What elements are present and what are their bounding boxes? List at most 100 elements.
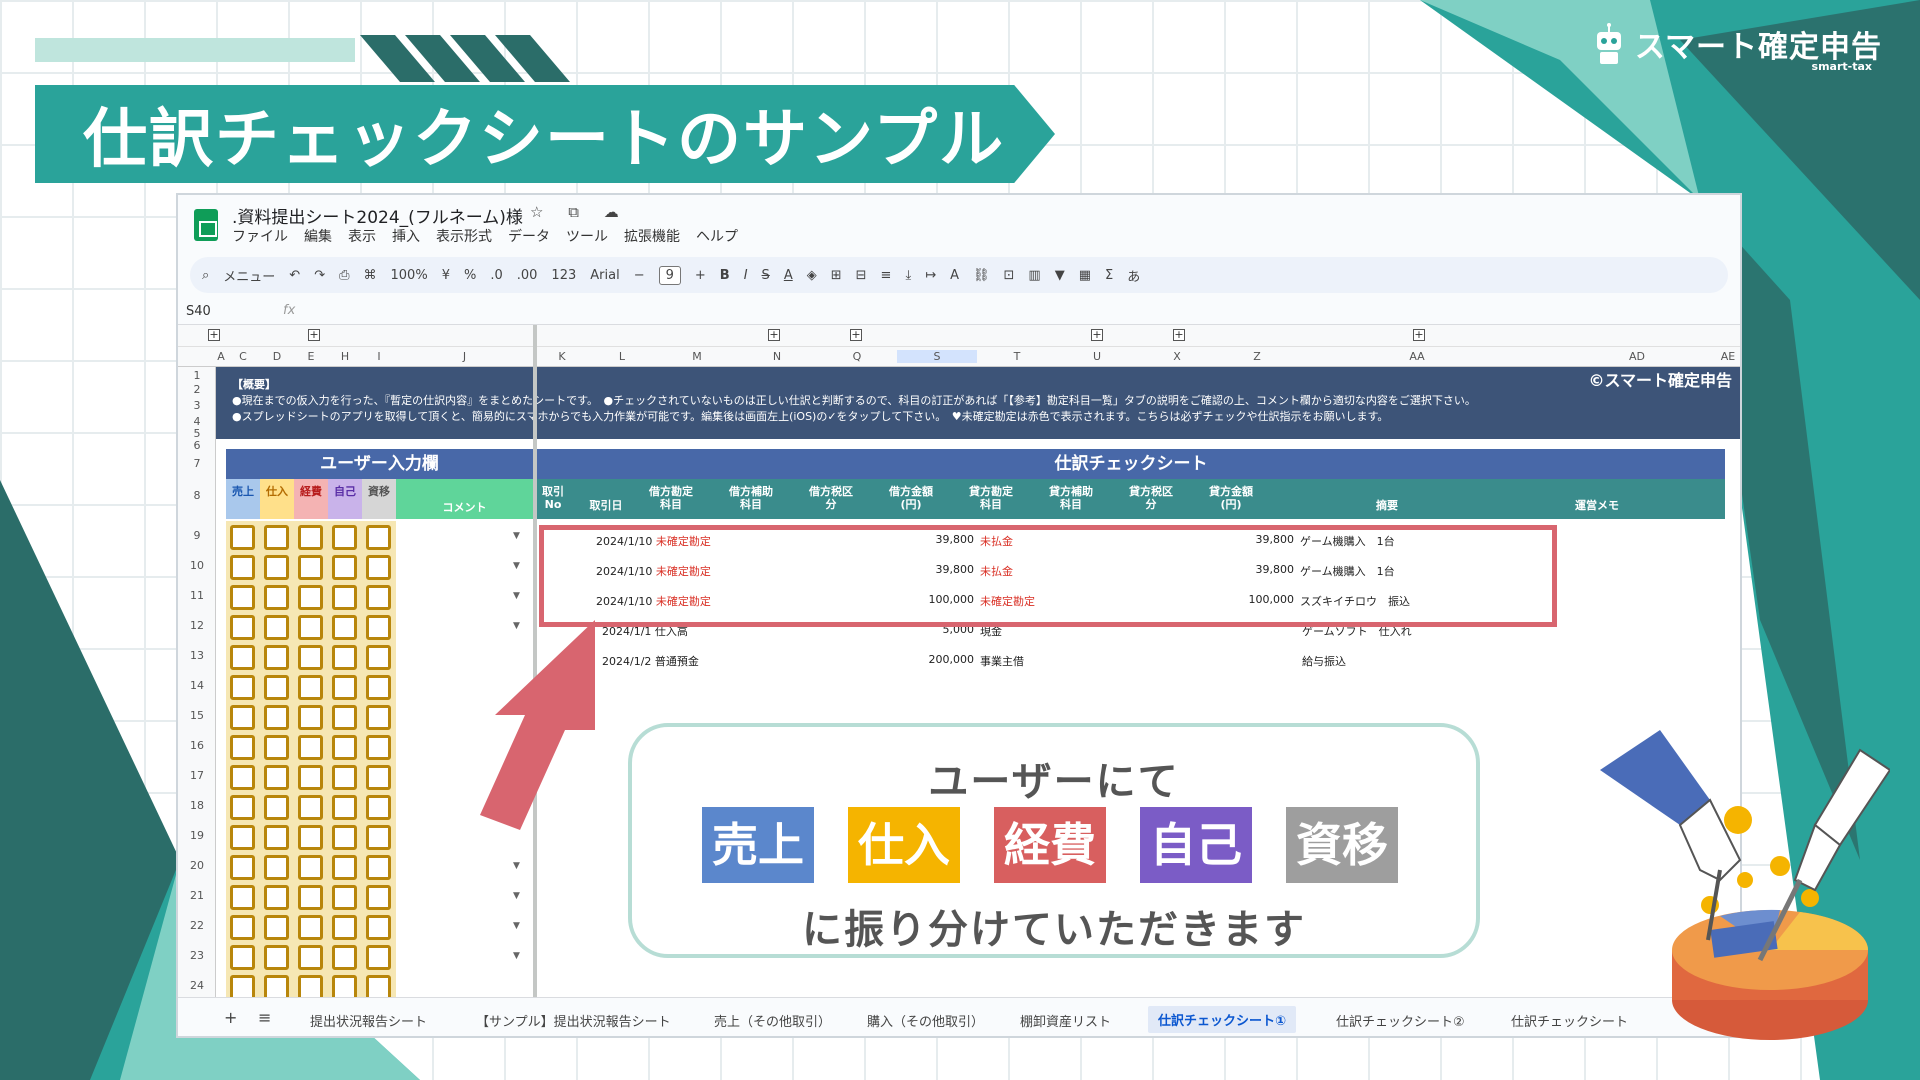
- row-header[interactable]: 7: [178, 457, 216, 470]
- fill-color-icon[interactable]: ◈: [807, 268, 817, 283]
- menu-view[interactable]: 表示: [348, 226, 376, 246]
- row-checkbox[interactable]: [230, 675, 255, 700]
- row-checkbox[interactable]: [230, 795, 255, 820]
- row-checkbox[interactable]: [298, 705, 323, 730]
- zoom-select[interactable]: 100%: [391, 268, 428, 283]
- header-debit-account[interactable]: 借方勘定科目: [647, 485, 695, 511]
- row-checkbox[interactable]: [264, 585, 289, 610]
- chart-icon[interactable]: ▥: [1028, 268, 1040, 283]
- row-checkbox[interactable]: [230, 825, 255, 850]
- menu-format[interactable]: 表示形式: [436, 226, 492, 246]
- header-credit-account[interactable]: 貸方勘定科目: [967, 485, 1015, 511]
- group-toggle-icon[interactable]: +: [1091, 329, 1103, 341]
- row-checkbox[interactable]: [264, 675, 289, 700]
- row-header[interactable]: 2: [178, 383, 216, 396]
- column-header[interactable]: H: [328, 350, 362, 363]
- sheet-tab[interactable]: 【サンプル】提出状況報告シート: [476, 1011, 671, 1030]
- paint-format-icon[interactable]: ⌘: [364, 268, 377, 283]
- row-checkbox[interactable]: [298, 855, 323, 880]
- group-toggle-icon[interactable]: +: [1413, 329, 1425, 341]
- row-header[interactable]: 3: [178, 399, 216, 412]
- row-checkbox[interactable]: [366, 765, 391, 790]
- filter-views-icon[interactable]: ▦: [1079, 268, 1091, 283]
- row-checkbox[interactable]: [230, 885, 255, 910]
- menu-edit[interactable]: 編集: [304, 226, 332, 246]
- header-txn-no[interactable]: 取引No: [539, 485, 567, 511]
- sheet-tab[interactable]: 棚卸資産リスト: [1020, 1011, 1111, 1030]
- menu-data[interactable]: データ: [508, 226, 550, 246]
- row-checkbox[interactable]: [366, 675, 391, 700]
- column-header[interactable]: T: [977, 350, 1057, 363]
- bold-button[interactable]: B: [720, 268, 730, 283]
- valign-icon[interactable]: ⤓: [905, 268, 911, 283]
- borders-icon[interactable]: ⊞: [831, 268, 842, 283]
- row-checkbox[interactable]: [298, 525, 323, 550]
- column-header[interactable]: I: [362, 350, 396, 363]
- menu-file[interactable]: ファイル: [232, 226, 288, 246]
- row-checkbox[interactable]: [298, 645, 323, 670]
- column-header[interactable]: U: [1057, 350, 1137, 363]
- column-header[interactable]: A: [216, 350, 226, 363]
- col-expense-header[interactable]: 経費: [294, 479, 328, 519]
- row-checkbox[interactable]: [230, 645, 255, 670]
- text-color-button[interactable]: A: [784, 268, 793, 283]
- currency-button[interactable]: ¥: [442, 268, 450, 283]
- col-comment-header[interactable]: コメント: [396, 479, 533, 519]
- row-checkbox[interactable]: [298, 585, 323, 610]
- row-checkbox[interactable]: [230, 735, 255, 760]
- undo-icon[interactable]: ↶: [289, 268, 300, 283]
- filter-icon[interactable]: ▼: [1055, 268, 1065, 283]
- row-header[interactable]: 14: [178, 679, 216, 692]
- sheet-tab[interactable]: 提出状況報告シート: [310, 1011, 427, 1030]
- dropdown-arrow-icon[interactable]: ▼: [513, 531, 520, 541]
- row-checkbox[interactable]: [332, 765, 357, 790]
- row-checkbox[interactable]: [264, 915, 289, 940]
- print-icon[interactable]: ⎙: [339, 268, 349, 283]
- row-checkbox[interactable]: [264, 855, 289, 880]
- row-checkbox[interactable]: [366, 945, 391, 970]
- row-checkbox[interactable]: [366, 615, 391, 640]
- column-header[interactable]: Z: [1217, 350, 1297, 363]
- sheet-tab[interactable]: 購入（その他取引）: [867, 1011, 984, 1030]
- row-checkbox[interactable]: [298, 945, 323, 970]
- italic-button[interactable]: I: [744, 268, 748, 283]
- row-checkbox[interactable]: [366, 795, 391, 820]
- increase-decimal-button[interactable]: .00: [517, 268, 538, 283]
- font-select[interactable]: Arial: [590, 268, 619, 283]
- header-debit-amount[interactable]: 借方金額(円): [887, 485, 935, 511]
- menu-extensions[interactable]: 拡張機能: [624, 226, 680, 246]
- input-tools-button[interactable]: あ: [1127, 266, 1140, 285]
- header-summary[interactable]: 摘要: [1357, 499, 1417, 512]
- row-header[interactable]: 24: [178, 979, 216, 992]
- row-checkbox[interactable]: [264, 555, 289, 580]
- dropdown-arrow-icon[interactable]: ▼: [513, 921, 520, 931]
- row-checkbox[interactable]: [298, 615, 323, 640]
- column-header[interactable]: S: [897, 350, 977, 363]
- sheet-tab-active[interactable]: 仕訳チェックシート①: [1148, 1006, 1297, 1033]
- col-purchase-header[interactable]: 仕入: [260, 479, 294, 519]
- percent-button[interactable]: %: [464, 268, 476, 283]
- row-header[interactable]: 18: [178, 799, 216, 812]
- menu-search[interactable]: メニュー: [223, 266, 275, 285]
- group-toggle-icon[interactable]: +: [768, 329, 780, 341]
- row-header[interactable]: 20: [178, 859, 216, 872]
- dropdown-arrow-icon[interactable]: ▼: [513, 891, 520, 901]
- redo-icon[interactable]: ↷: [314, 268, 325, 283]
- row-header[interactable]: 17: [178, 769, 216, 782]
- col-self-header[interactable]: 自己: [328, 479, 362, 519]
- row-checkbox[interactable]: [230, 705, 255, 730]
- row-checkbox[interactable]: [366, 885, 391, 910]
- font-increase-icon[interactable]: +: [695, 268, 706, 283]
- row-checkbox[interactable]: [230, 525, 255, 550]
- row-checkbox[interactable]: [332, 645, 357, 670]
- column-header[interactable]: AA: [1297, 350, 1537, 363]
- font-size-input[interactable]: 9: [658, 265, 681, 285]
- row-checkbox[interactable]: [366, 915, 391, 940]
- row-header[interactable]: 12: [178, 619, 216, 632]
- group-toggle-icon[interactable]: +: [208, 329, 220, 341]
- journal-row[interactable]: 2024/1/2 普通預金: [602, 653, 699, 669]
- column-header[interactable]: D: [260, 350, 294, 363]
- row-checkbox[interactable]: [264, 795, 289, 820]
- column-header[interactable]: AE: [1718, 350, 1738, 363]
- sheets-logo-icon[interactable]: [194, 209, 218, 241]
